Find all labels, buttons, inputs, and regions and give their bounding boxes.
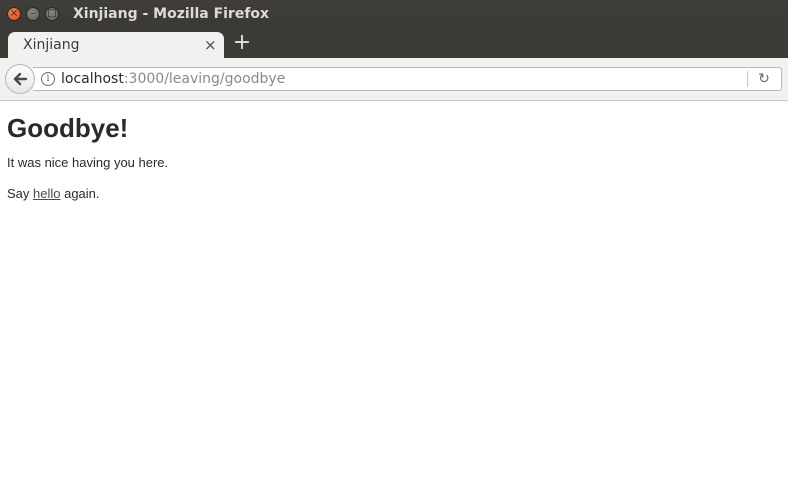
say-suffix: again. (60, 186, 100, 201)
farewell-text: It was nice having you here. (7, 155, 169, 170)
close-icon: × (9, 8, 19, 19)
arrow-left-icon (13, 72, 28, 86)
window-title: Xinjiang - Mozilla Firefox (73, 6, 270, 22)
tab-xinjiang[interactable]: Xinjiang × (8, 32, 224, 59)
tab-close-icon[interactable]: × (204, 36, 217, 54)
say-hello-text: Say hello again. (7, 186, 100, 201)
back-button[interactable] (5, 64, 35, 94)
reload-icon[interactable]: ↻ (755, 70, 773, 88)
url-text[interactable]: localhost:3000/leaving/goodbye (61, 71, 285, 87)
url-bar-divider (747, 71, 748, 87)
maximize-icon: □ (47, 8, 57, 19)
hello-link[interactable]: hello (33, 186, 60, 201)
window-minimize-button[interactable]: – (26, 7, 40, 21)
page-title: Goodbye! (7, 113, 129, 143)
navigation-toolbar: i localhost:3000/leaving/goodbye ↻ (0, 58, 788, 101)
tab-strip: Xinjiang × (0, 30, 788, 59)
minimize-icon: – (30, 8, 36, 19)
window-maximize-button[interactable]: □ (45, 7, 59, 21)
url-host: localhost (61, 71, 124, 87)
new-tab-button[interactable]: + (231, 31, 253, 55)
url-path: :3000/leaving/goodbye (123, 71, 286, 87)
info-icon[interactable]: i (41, 72, 55, 86)
window-close-button[interactable]: × (7, 7, 21, 21)
url-bar[interactable]: i localhost:3000/leaving/goodbye ↻ (33, 67, 782, 91)
window-titlebar: × – □ Xinjiang - Mozilla Firefox (0, 0, 788, 30)
tab-title: Xinjiang (23, 37, 80, 53)
say-prefix: Say (7, 186, 34, 201)
